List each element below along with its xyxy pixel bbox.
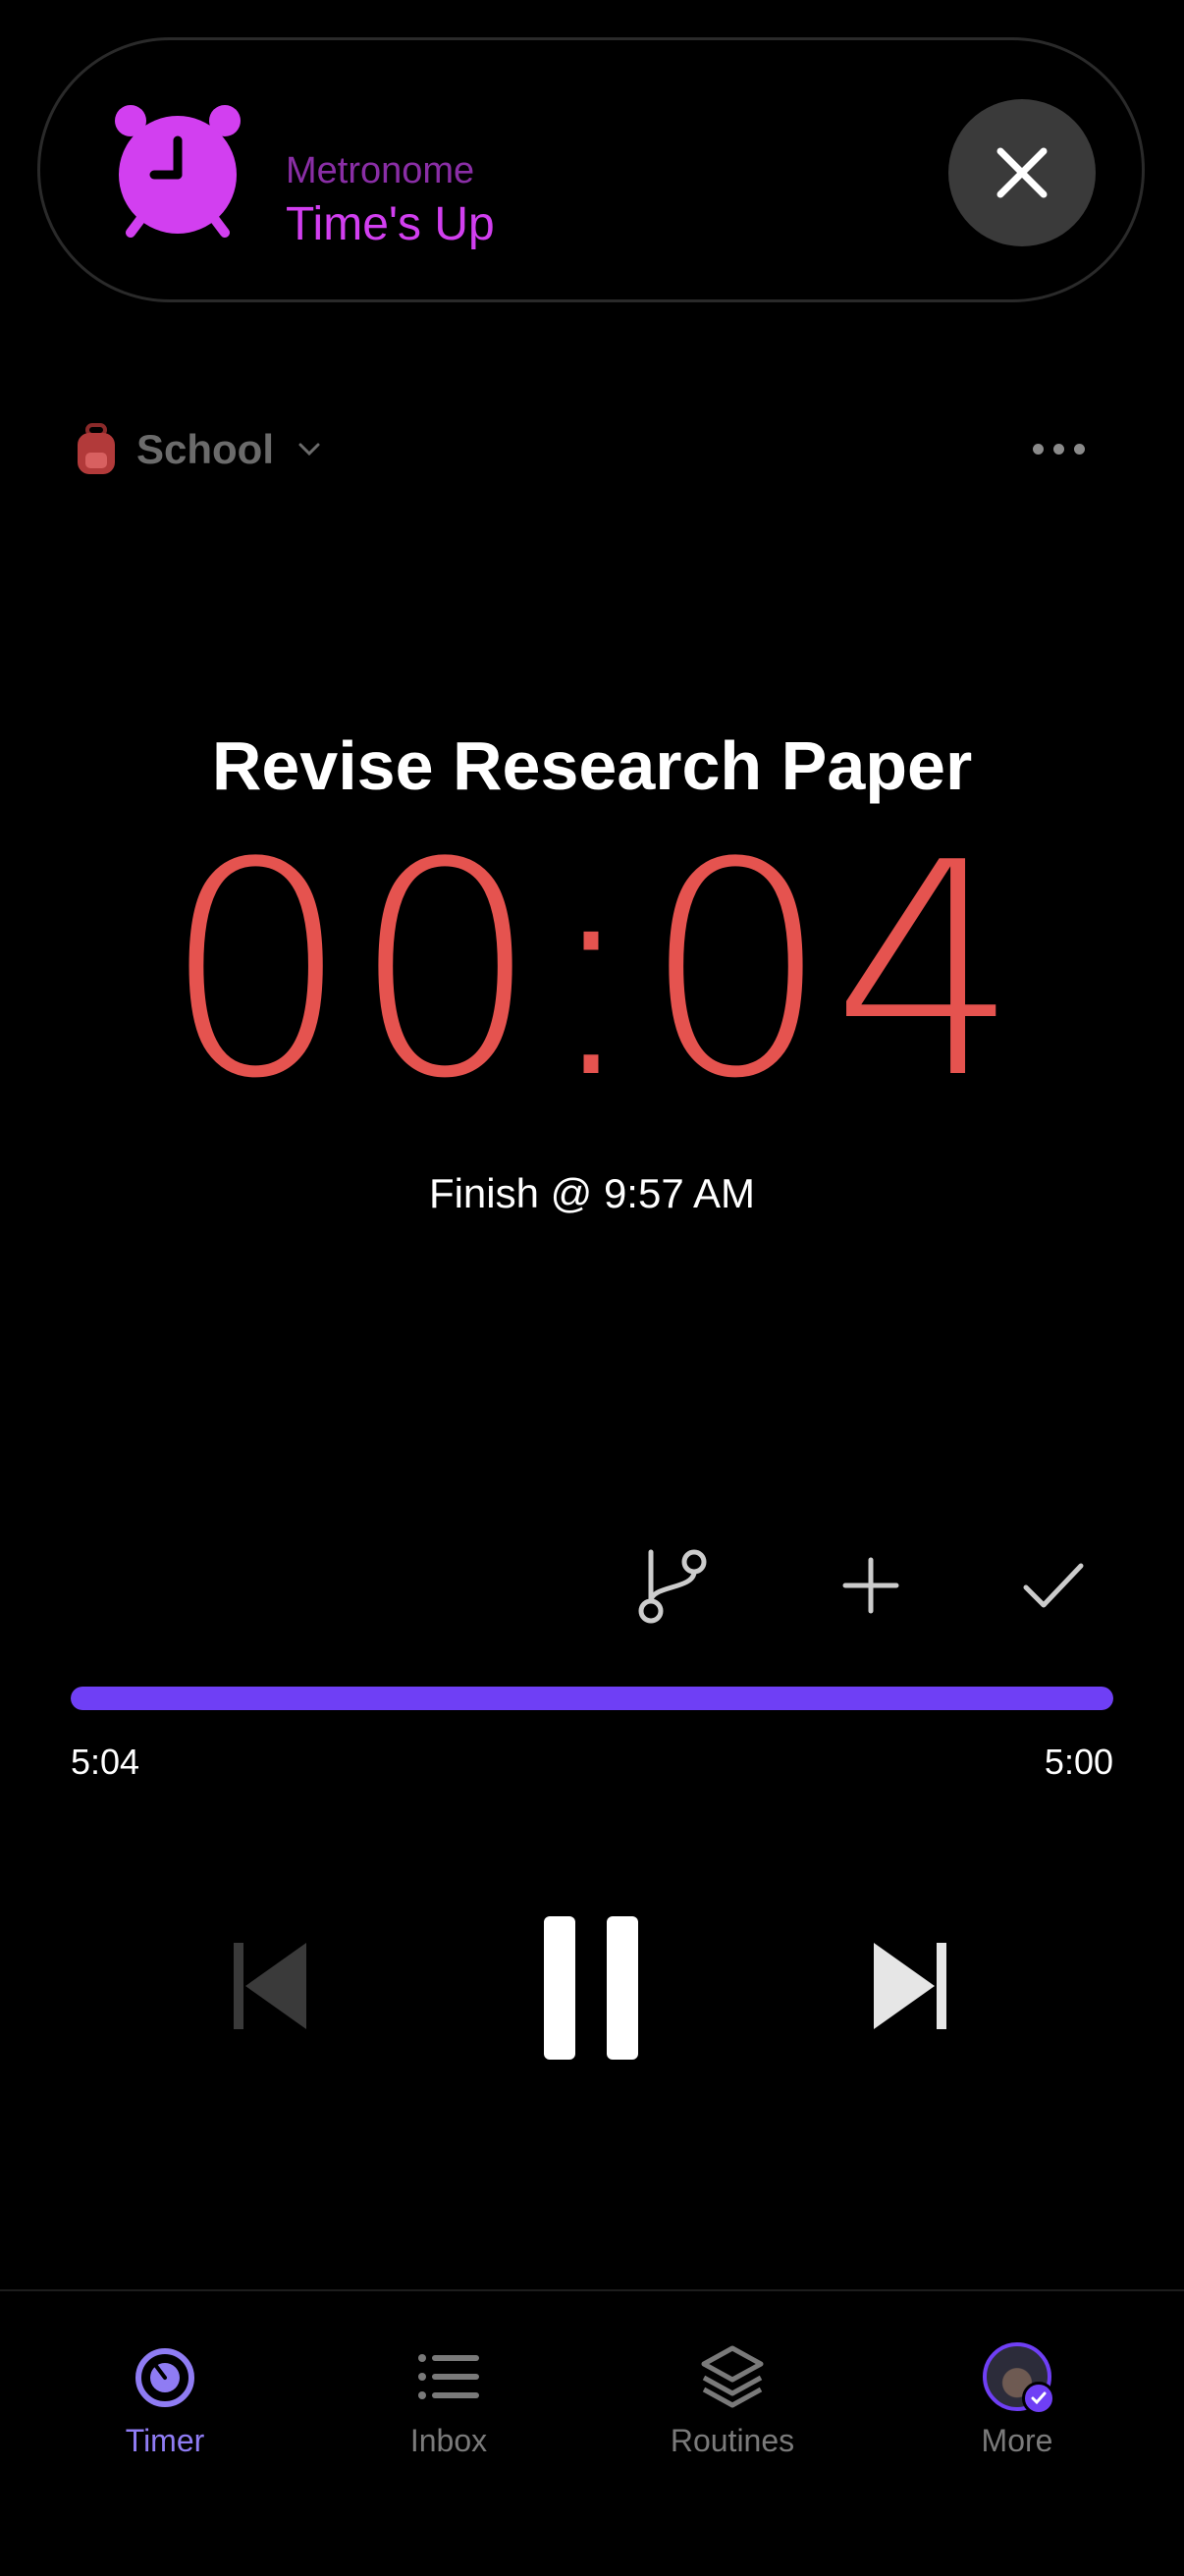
alarm-clock-icon [115, 105, 241, 238]
tab-label: Routines [670, 2423, 795, 2458]
more-dots-icon[interactable] [1033, 432, 1088, 465]
tab-label: More [981, 2423, 1053, 2458]
timer-icon [135, 2348, 194, 2407]
total-time: 5:00 [1044, 1742, 1113, 1782]
tab-label: Timer [125, 2423, 205, 2458]
backpack-icon [78, 423, 115, 474]
next-button[interactable] [870, 1939, 952, 2033]
project-label: School [136, 426, 275, 472]
tab-more[interactable]: More [919, 2342, 1115, 2459]
pause-icon [544, 1916, 638, 2060]
check-icon [1023, 1563, 1084, 1608]
tab-inbox[interactable]: Inbox [350, 2342, 547, 2459]
branch-icon [638, 1549, 707, 1624]
previous-button[interactable] [228, 1939, 310, 2033]
tab-bar: Timer Inbox Routines More [0, 2289, 1184, 2576]
verified-badge-icon [1022, 2382, 1055, 2415]
layers-icon [701, 2345, 764, 2408]
tab-label: Inbox [409, 2423, 488, 2458]
pause-button[interactable] [542, 1914, 640, 2062]
time-display: 00:04 [162, 800, 1022, 1143]
plus-icon [842, 1557, 899, 1614]
progress-bar[interactable] [71, 1687, 1113, 1710]
notification-banner[interactable]: Metronome Time's Up [37, 37, 1145, 302]
close-icon [996, 147, 1048, 198]
avatar [983, 2342, 1055, 2415]
complete-button[interactable] [1009, 1541, 1098, 1630]
progress-fill [71, 1687, 1113, 1710]
elapsed-time: 5:04 [71, 1742, 140, 1782]
chevron-down-icon [298, 443, 320, 456]
add-button[interactable] [827, 1541, 915, 1630]
project-selector[interactable]: School [74, 420, 321, 479]
task-title: Revise Research Paper [211, 727, 973, 804]
finish-time: Finish @ 9:57 AM [428, 1170, 756, 1216]
tab-timer[interactable]: Timer [67, 2342, 263, 2459]
notification-app-name: Metronome [286, 150, 475, 191]
notification-title: Time's Up [286, 198, 495, 250]
branch-button[interactable] [628, 1541, 717, 1630]
tab-routines[interactable]: Routines [634, 2342, 831, 2459]
skip-previous-icon [234, 1943, 306, 2029]
list-icon [418, 2354, 479, 2399]
close-button[interactable] [948, 99, 1096, 246]
skip-next-icon [874, 1943, 946, 2029]
